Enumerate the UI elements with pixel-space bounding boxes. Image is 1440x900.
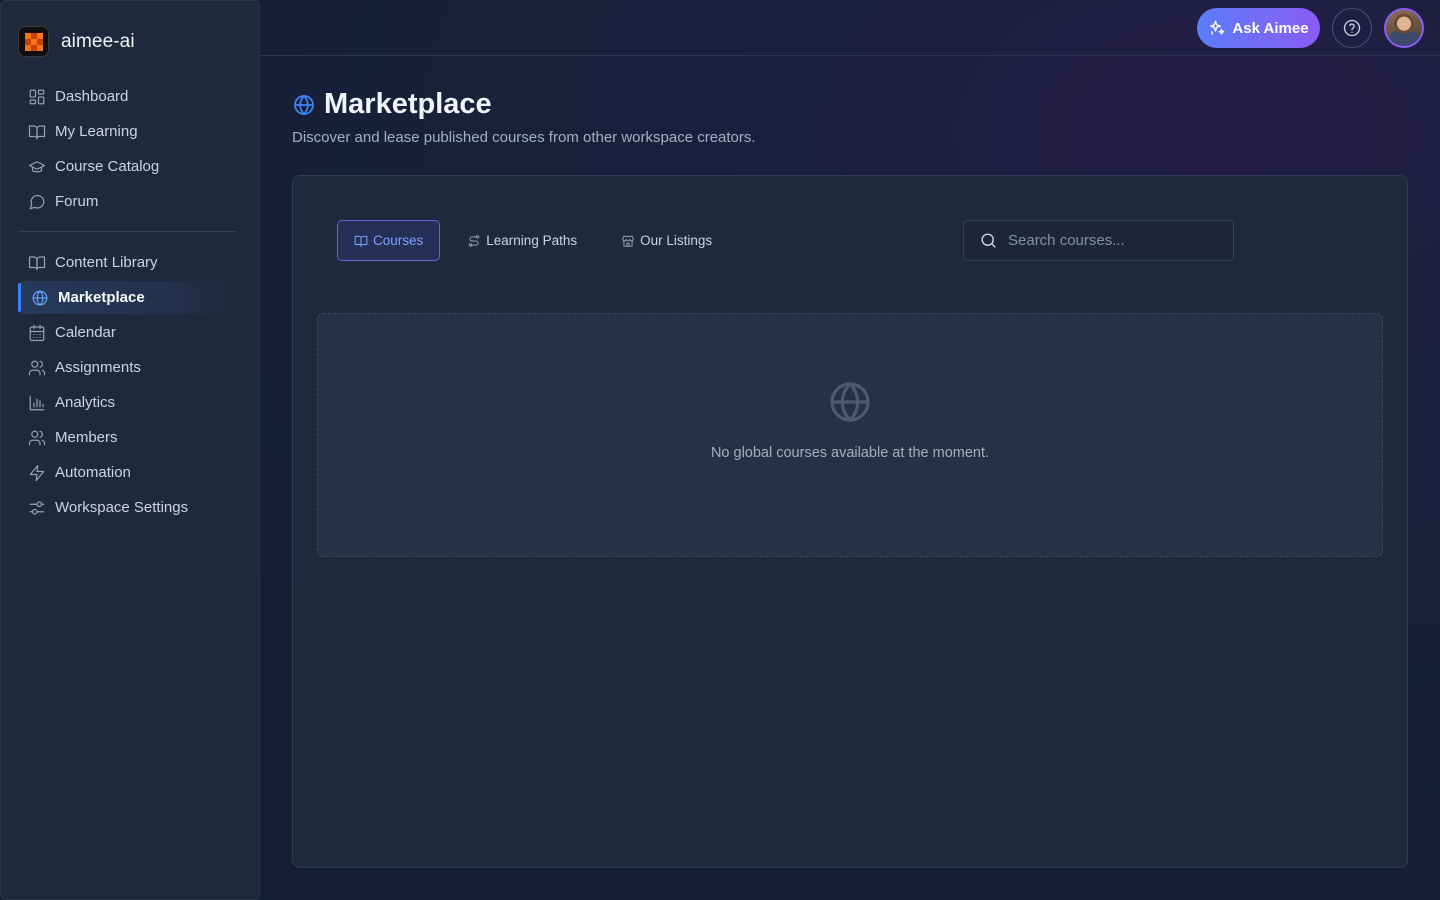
sidebar-item-label: Forum <box>55 193 99 210</box>
tab-label: Courses <box>373 233 424 248</box>
brand[interactable]: aimee-ai <box>18 26 135 57</box>
sidebar-item-members[interactable]: Members <box>18 421 236 454</box>
empty-state-message: No global courses available at the momen… <box>710 445 990 461</box>
sliders-icon <box>29 500 45 515</box>
sidebar-item-automation[interactable]: Automation <box>18 456 236 489</box>
tab-bar: Courses Learning Paths Our Listings <box>337 220 729 261</box>
calendar-icon <box>29 324 45 341</box>
book-open-icon <box>354 235 368 247</box>
brand-logo <box>18 26 49 57</box>
page-subtitle: Discover and lease published courses fro… <box>292 129 756 146</box>
brand-name: aimee-ai <box>61 30 135 52</box>
route-icon <box>469 234 480 247</box>
sidebar-item-analytics[interactable]: Analytics <box>18 386 236 419</box>
bar-chart-icon <box>29 395 45 410</box>
search-box <box>963 220 1234 261</box>
topbar: Ask Aimee <box>260 0 1440 56</box>
tab-our-listings[interactable]: Our Listings <box>604 220 729 261</box>
sidebar-item-label: Workspace Settings <box>55 499 189 516</box>
empty-state: No global courses available at the momen… <box>317 313 1383 557</box>
dashboard-icon <box>29 89 45 104</box>
sidebar-item-label: Members <box>55 429 118 446</box>
chat-bubble-icon <box>29 194 45 209</box>
search-input[interactable] <box>1008 232 1233 249</box>
sidebar-item-label: Automation <box>55 464 131 481</box>
store-icon <box>622 235 634 247</box>
sidebar-item-label: Dashboard <box>55 88 129 105</box>
sidebar-divider <box>18 231 236 232</box>
sidebar-item-label: My Learning <box>55 123 138 140</box>
sidebar-item-label: Analytics <box>55 394 116 411</box>
tab-learning-paths[interactable]: Learning Paths <box>450 220 594 261</box>
sidebar-item-dashboard[interactable]: Dashboard <box>18 80 236 113</box>
globe-icon <box>830 381 870 423</box>
ask-aimee-label: Ask Aimee <box>1232 19 1309 37</box>
book-open-icon <box>28 255 46 270</box>
sidebar: aimee-ai Dashboard My Learning Course Ca… <box>0 0 260 900</box>
book-open-icon <box>28 124 46 139</box>
sidebar-item-label: Content Library <box>55 254 158 271</box>
page-title: Marketplace <box>324 88 492 120</box>
sidebar-item-label: Calendar <box>55 324 116 341</box>
sidebar-item-marketplace[interactable]: Marketplace <box>18 281 236 314</box>
sidebar-item-forum[interactable]: Forum <box>18 185 236 218</box>
globe-icon <box>294 94 314 115</box>
sidebar-item-my-learning[interactable]: My Learning <box>18 115 236 148</box>
sidebar-item-course-catalog[interactable]: Course Catalog <box>18 150 236 183</box>
lightning-icon <box>29 464 45 481</box>
sidebar-item-label: Course Catalog <box>55 158 160 175</box>
globe-icon <box>32 290 48 305</box>
graduation-cap-icon <box>28 160 46 172</box>
sidebar-item-assignments[interactable]: Assignments <box>18 351 236 384</box>
sidebar-item-label: Assignments <box>55 359 141 376</box>
tab-label: Our Listings <box>640 233 713 248</box>
ask-aimee-button[interactable]: Ask Aimee <box>1197 8 1320 48</box>
page-header: Marketplace Discover and lease published… <box>292 88 756 146</box>
user-avatar[interactable] <box>1384 8 1424 48</box>
secondary-nav: Content Library Marketplace Calendar Ass… <box>18 246 236 526</box>
sidebar-item-label: Marketplace <box>58 289 145 306</box>
help-circle-icon <box>1343 19 1361 37</box>
primary-nav: Dashboard My Learning Course Catalog For… <box>18 80 236 220</box>
help-button[interactable] <box>1332 8 1372 48</box>
marketplace-panel: Courses Learning Paths Our Listings No g… <box>292 175 1408 868</box>
tab-label: Learning Paths <box>486 233 578 248</box>
sidebar-item-content-library[interactable]: Content Library <box>18 246 236 279</box>
users-icon <box>28 430 46 445</box>
sidebar-item-calendar[interactable]: Calendar <box>18 316 236 349</box>
sparkles-icon <box>1210 20 1225 35</box>
search-icon <box>981 233 996 248</box>
users-icon <box>28 360 46 375</box>
tab-courses[interactable]: Courses <box>337 220 441 261</box>
sidebar-item-workspace-settings[interactable]: Workspace Settings <box>18 491 236 524</box>
